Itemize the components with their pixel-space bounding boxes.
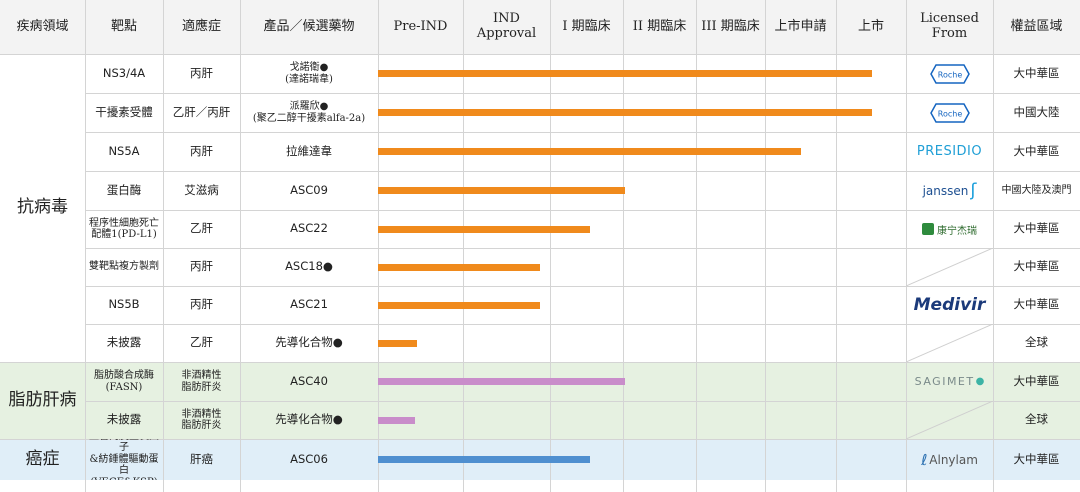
region-cell: 中國大陸 — [1013, 104, 1060, 119]
indication-cell: 丙肝 — [190, 297, 213, 312]
roche-logo: Roche — [908, 54, 991, 93]
stage-label: 上市申請 — [774, 18, 827, 34]
product-cell: ASC18● — [285, 259, 333, 274]
target-cell: 干擾素受體 — [95, 104, 153, 119]
grid-vline — [240, 0, 241, 492]
stage-label: 上市 — [857, 18, 884, 34]
medivir-logo: Medivir — [913, 295, 986, 315]
progress-bar — [378, 378, 625, 385]
pipeline-chart: 抗病毒脂肪肝病癌症 疾病領域 靶點 適應症 產品／候選藥物 Pre-IND IND Appro… — [0, 0, 1080, 492]
product-cell: ASC40 — [290, 373, 328, 388]
empty-licensor-cell — [905, 247, 994, 287]
product-cell: 派羅欣● (聚乙二醇干擾素alfa-2a) — [252, 101, 366, 124]
target-cell: NS5B — [108, 297, 140, 312]
target-cell: NS3/4A — [102, 65, 146, 80]
region-cell: 大中華區 — [1013, 143, 1060, 158]
region-cell: 大中華區 — [1013, 65, 1060, 80]
progress-bar — [378, 339, 417, 347]
progress-bar — [378, 109, 872, 116]
region-cell: 大中華區 — [1013, 221, 1060, 236]
indication-cell: 艾滋病 — [184, 182, 219, 197]
progress-bar — [378, 148, 801, 155]
indication-cell: 丙肝 — [190, 259, 213, 274]
group-label: 癌症 — [25, 448, 60, 469]
alnylam-logo: ℓ Alnylam — [921, 450, 978, 469]
indication-cell: 肝癌 — [190, 451, 213, 466]
svg-text:Roche: Roche — [937, 70, 962, 79]
stage-label: II 期臨床 — [632, 18, 687, 34]
grid-vline — [163, 0, 164, 492]
region-cell: 全球 — [1025, 412, 1048, 427]
region-cell: 大中華區 — [1013, 297, 1060, 312]
progress-bar — [378, 225, 590, 233]
progress-bar — [378, 416, 416, 424]
indication-cell: 非酒精性 脂肪肝炎 — [181, 370, 222, 393]
indication-cell: 非酒精性 脂肪肝炎 — [181, 408, 222, 432]
janssen-logo: janssen ʃ — [922, 180, 977, 201]
stage-label: Pre-IND — [393, 18, 448, 34]
indication-cell: 乙肝 — [190, 221, 213, 236]
stage-label: III 期臨床 — [701, 18, 760, 34]
target-cell: 未披露 — [106, 412, 142, 427]
product-cell: ASC06 — [290, 451, 328, 466]
progress-bar — [378, 301, 541, 309]
group-label: 抗病毒 — [17, 197, 68, 218]
stage-label: IND Approval — [476, 11, 537, 41]
region-cell: 全球 — [1025, 335, 1048, 350]
indication-cell: 乙肝 — [190, 335, 213, 350]
indication-cell: 丙肝 — [190, 143, 213, 158]
header-disease-area: 疾病領域 — [16, 18, 69, 34]
target-cell: 程序性細胞死亡 配體1(PD-L1) — [89, 217, 159, 241]
roche-logo: Roche — [908, 93, 991, 132]
product-cell: ASC22 — [290, 221, 328, 236]
progress-bar — [378, 187, 625, 194]
presidio-logo: PRESIDIO — [916, 144, 983, 159]
group-label: 脂肪肝病 — [8, 389, 77, 410]
empty-licensor-cell — [905, 323, 994, 363]
region-cell: 大中華區 — [1013, 451, 1060, 466]
region-cell: 大中華區 — [1013, 373, 1060, 388]
indication-cell: 乙肝／丙肝 — [172, 104, 231, 119]
target-cell: 血管內皮生長因子&紡錘體驅動蛋白(VEGF&KSP) — [89, 439, 159, 480]
empty-licensor-cell — [905, 400, 994, 440]
region-cell: 中國大陸及澳門 — [1001, 184, 1072, 196]
product-cell: ASC09 — [290, 182, 328, 197]
sagimet-logo: SAGIMET ● — [914, 375, 985, 388]
header-indication: 適應症 — [181, 18, 221, 34]
stage-label: I 期臨床 — [562, 18, 611, 34]
target-cell: 未披露 — [106, 335, 142, 350]
product-cell: 先導化合物● — [275, 412, 343, 427]
grid-vline — [85, 0, 86, 492]
header-product: 產品／候選藥物 — [263, 18, 355, 34]
header-target: 靶點 — [110, 18, 137, 34]
progress-bar — [378, 456, 590, 463]
alphamab-logo: 康宁杰瑞 — [908, 210, 991, 248]
header-licensed-from: Licensed From — [920, 11, 979, 41]
target-cell: 脂肪酸合成酶 (FASN) — [94, 370, 154, 393]
progress-bar — [378, 70, 872, 77]
progress-bar — [378, 263, 541, 271]
svg-text:Roche: Roche — [937, 109, 962, 118]
product-cell: 先導化合物● — [275, 335, 343, 350]
target-cell: 蛋白酶 — [106, 182, 142, 197]
indication-cell: 丙肝 — [190, 65, 213, 80]
region-cell: 大中華區 — [1013, 259, 1060, 274]
header-rights-region: 權益區域 — [1010, 18, 1063, 34]
product-cell: 戈諾衛● (達諾瑞韋) — [285, 62, 333, 85]
product-cell: ASC21 — [290, 297, 328, 312]
target-cell: NS5A — [108, 143, 140, 158]
product-cell: 拉維達韋 — [286, 143, 332, 158]
target-cell: 雙靶點複方製劑 — [89, 261, 159, 273]
